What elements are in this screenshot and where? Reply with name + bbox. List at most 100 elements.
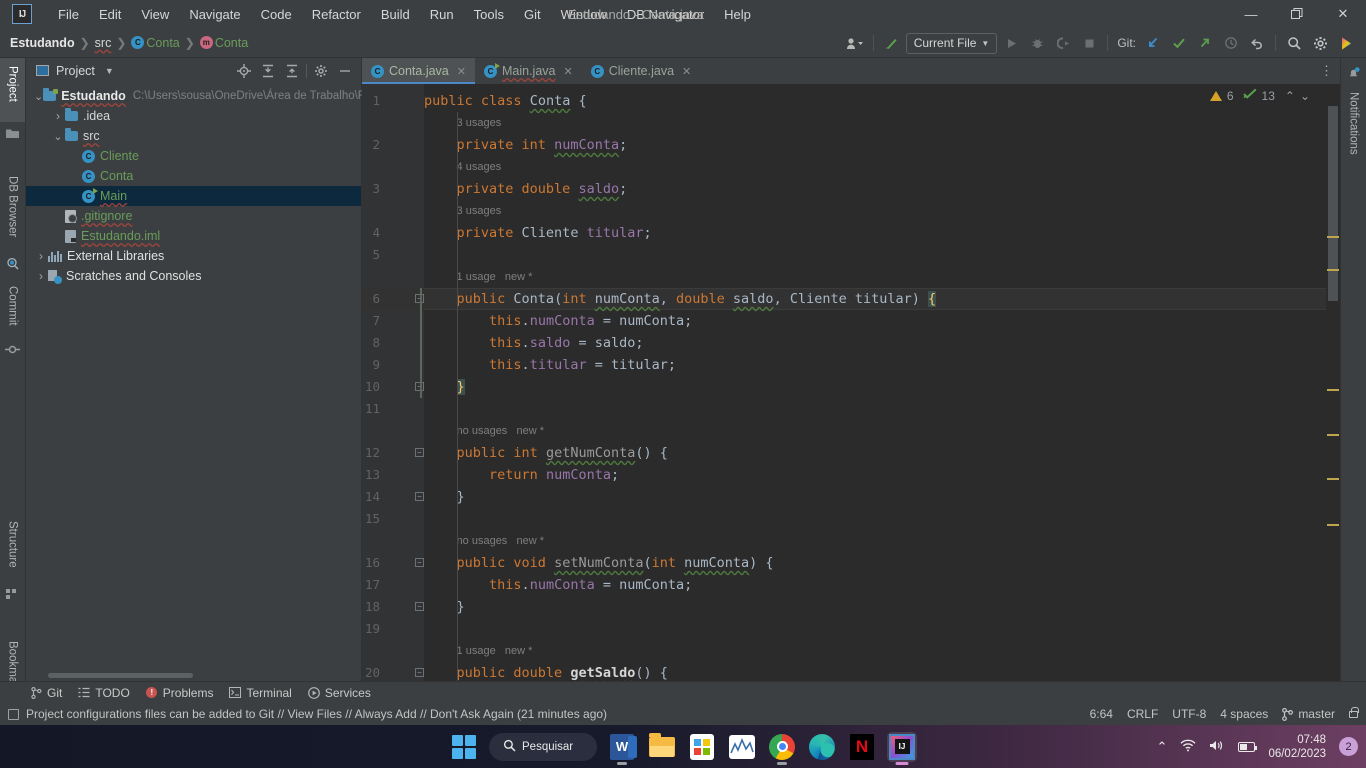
run-configuration-selector[interactable]: Current File ▼ (905, 32, 998, 54)
editor-scrollbar[interactable] (1326, 84, 1340, 681)
tree-item[interactable]: .gitignore (26, 206, 361, 226)
ai-assistant-icon[interactable] (1334, 32, 1358, 54)
volume-icon[interactable] (1209, 739, 1225, 755)
scrollbar-marker[interactable] (1327, 478, 1339, 480)
menu-refactor[interactable]: Refactor (302, 3, 371, 26)
tree-item[interactable]: C Cliente (26, 146, 361, 166)
close-icon[interactable]: ✕ (563, 65, 572, 78)
inline-usage-hint[interactable]: 1 usage new * (457, 266, 533, 288)
locate-icon[interactable] (234, 61, 254, 81)
code-line[interactable]: public class Conta { (424, 90, 587, 112)
menu-view[interactable]: View (131, 3, 179, 26)
lock-open-icon[interactable] (1349, 706, 1359, 718)
close-icon[interactable]: ✕ (682, 65, 691, 78)
breadcrumb-item-3[interactable]: m Conta (199, 36, 248, 50)
code-text[interactable]: public class Conta {3 usages private int… (420, 84, 1340, 681)
edge-icon[interactable] (807, 732, 837, 762)
menu-run[interactable]: Run (420, 3, 464, 26)
chevron-down-icon[interactable]: ⌄ (51, 130, 65, 143)
breadcrumb-item-0[interactable]: Estudando (10, 36, 75, 50)
chevron-right-icon[interactable]: › (34, 269, 48, 283)
history-icon[interactable] (1219, 32, 1243, 54)
inline-usage-hint[interactable]: 4 usages (457, 156, 502, 178)
caret-position[interactable]: 6:64 (1090, 707, 1113, 721)
indent-setting[interactable]: 4 spaces (1220, 707, 1268, 721)
gear-icon[interactable] (1308, 32, 1332, 54)
tree-item-selected[interactable]: C Main (26, 186, 361, 206)
sidebar-item-project[interactable]: Project (0, 58, 25, 122)
push-icon[interactable] (1193, 32, 1217, 54)
tool-window-button-git[interactable]: Git (30, 686, 62, 700)
tree-item[interactable]: Estudando.iml (26, 226, 361, 246)
tree-item[interactable]: C Conta (26, 166, 361, 186)
update-project-icon[interactable] (1141, 32, 1165, 54)
inline-usage-hint[interactable]: 1 usage new * (457, 640, 533, 662)
notification-badge[interactable]: 2 (1339, 737, 1358, 756)
scrollbar-marker[interactable] (1327, 434, 1339, 436)
code-line[interactable]: this.titular = titular; (424, 354, 676, 376)
status-message-area[interactable]: Project configurations files can be adde… (0, 707, 607, 721)
sidebar-item-db-browser[interactable]: DB Browser (0, 168, 25, 252)
tree-item[interactable]: › Scratches and Consoles (26, 266, 361, 286)
code-line[interactable]: this.numConta = numConta; (424, 310, 692, 332)
scrollbar-marker[interactable] (1327, 269, 1339, 271)
editor-tab-conta-java[interactable]: C Conta.java ✕ (362, 58, 475, 84)
code-editor[interactable]: 123456−78910−1112−1314−1516−1718−1920− p… (362, 84, 1340, 681)
windows-start-icon[interactable] (449, 732, 479, 762)
microsoft-store-icon[interactable] (687, 732, 717, 762)
breadcrumb-item-1[interactable]: src (95, 36, 112, 50)
build-icon[interactable] (880, 32, 904, 54)
code-line[interactable]: private Cliente titular; (424, 222, 652, 244)
sidebar-item-structure[interactable]: Structure (0, 513, 25, 583)
menu-help[interactable]: Help (714, 3, 761, 26)
tray-chevron-icon[interactable]: ⌃ (1157, 739, 1168, 755)
close-button[interactable]: ✕ (1320, 0, 1366, 28)
inline-usage-hint[interactable]: no usages new * (457, 530, 544, 552)
collapse-all-icon[interactable] (282, 61, 302, 81)
project-tree-horizontal-scrollbar[interactable] (48, 673, 193, 678)
breadcrumb-item-2[interactable]: C Conta (131, 36, 180, 50)
menu-git[interactable]: Git (514, 3, 551, 26)
rollback-icon[interactable] (1245, 32, 1269, 54)
inline-usage-hint[interactable]: 3 usages (457, 112, 502, 134)
word-icon[interactable]: W (607, 732, 637, 765)
wifi-icon[interactable] (1180, 739, 1196, 755)
tree-item[interactable]: › .idea (26, 106, 361, 126)
code-line[interactable]: public double getSaldo() { (424, 662, 668, 681)
stop-icon[interactable] (1077, 32, 1101, 54)
git-branch-widget[interactable]: master (1282, 707, 1335, 721)
menu-code[interactable]: Code (251, 3, 302, 26)
file-encoding[interactable]: UTF-8 (1172, 707, 1206, 721)
menu-build[interactable]: Build (371, 3, 420, 26)
tree-item[interactable]: › External Libraries (26, 246, 361, 266)
next-problem-icon[interactable]: ⌄ (1300, 89, 1310, 103)
tool-window-button-services[interactable]: Services (307, 686, 371, 700)
battery-icon[interactable] (1238, 741, 1258, 752)
inline-usage-hint[interactable]: 3 usages (457, 200, 502, 222)
menu-edit[interactable]: Edit (89, 3, 131, 26)
status-message[interactable]: Project configurations files can be adde… (26, 707, 607, 721)
code-line[interactable]: } (424, 376, 465, 398)
chevron-right-icon[interactable]: › (34, 249, 48, 263)
sidebar-item-notifications[interactable]: Notifications (1341, 84, 1366, 172)
chevron-down-icon[interactable]: ⌄ (34, 90, 43, 103)
code-line[interactable]: return numConta; (424, 464, 619, 486)
code-line[interactable]: public void setNumConta(int numConta) { (424, 552, 774, 574)
gear-icon[interactable] (311, 61, 331, 81)
line-separator[interactable]: CRLF (1127, 707, 1158, 721)
chrome-icon[interactable] (767, 732, 797, 765)
tool-window-button-terminal[interactable]: Terminal (229, 686, 292, 700)
minimize-button[interactable]: — (1228, 0, 1274, 28)
scrollbar-marker[interactable] (1327, 389, 1339, 391)
taskbar-clock[interactable]: 07:48 06/02/2023 (1268, 733, 1326, 761)
code-line[interactable]: private double saldo; (424, 178, 628, 200)
editor-tab-cliente-java[interactable]: C Cliente.java ✕ (582, 58, 701, 84)
run-icon[interactable] (999, 32, 1023, 54)
menu-tools[interactable]: Tools (464, 3, 514, 26)
taskbar-search-box[interactable]: Pesquisar (489, 732, 597, 761)
scrollbar-marker[interactable] (1327, 236, 1339, 238)
tabs-more-icon[interactable]: ⋮ (1320, 63, 1333, 79)
project-tree[interactable]: ⌄ Estudando C:\Users\sousa\OneDrive\Área d… (26, 83, 365, 667)
code-line[interactable]: } (424, 596, 465, 618)
code-line[interactable]: } (424, 486, 465, 508)
